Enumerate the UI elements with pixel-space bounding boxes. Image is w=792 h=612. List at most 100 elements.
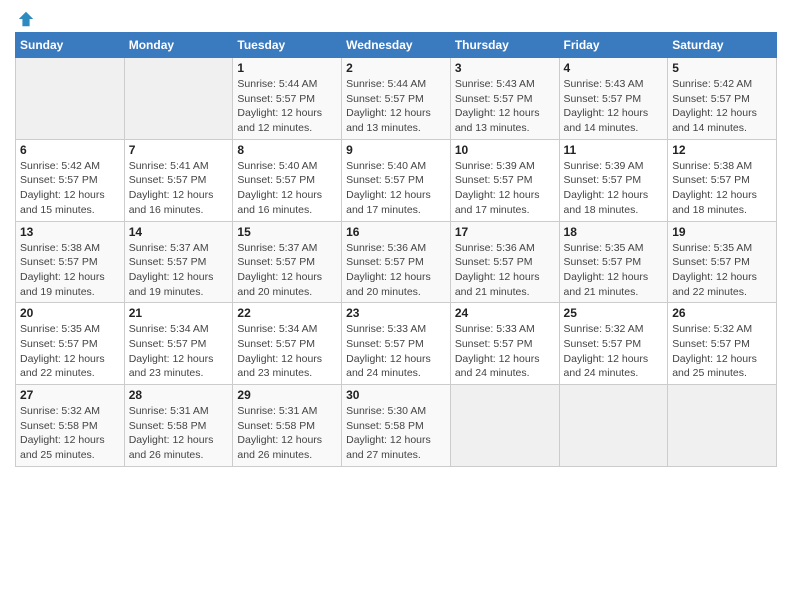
day-info: Sunrise: 5:39 AM Sunset: 5:57 PM Dayligh… [455,159,555,218]
day-info: Sunrise: 5:34 AM Sunset: 5:57 PM Dayligh… [129,322,229,381]
calendar-week-row: 20Sunrise: 5:35 AM Sunset: 5:57 PM Dayli… [16,303,777,385]
day-number: 8 [237,143,337,157]
day-info: Sunrise: 5:35 AM Sunset: 5:57 PM Dayligh… [20,322,120,381]
day-number: 9 [346,143,446,157]
calendar-week-row: 27Sunrise: 5:32 AM Sunset: 5:58 PM Dayli… [16,385,777,467]
day-info: Sunrise: 5:38 AM Sunset: 5:57 PM Dayligh… [672,159,772,218]
calendar-day-cell [559,385,668,467]
day-info: Sunrise: 5:35 AM Sunset: 5:57 PM Dayligh… [672,241,772,300]
day-info: Sunrise: 5:35 AM Sunset: 5:57 PM Dayligh… [564,241,664,300]
calendar-day-header: Saturday [668,33,777,58]
calendar-header-row: SundayMondayTuesdayWednesdayThursdayFrid… [16,33,777,58]
logo [15,10,35,24]
day-number: 1 [237,61,337,75]
calendar-day-cell: 10 Sunrise: 5:39 AM Sunset: 5:57 PM Dayli… [450,139,559,221]
day-info: Sunrise: 5:41 AM Sunset: 5:57 PM Dayligh… [129,159,229,218]
day-number: 25 [564,306,664,320]
calendar-day-cell [450,385,559,467]
calendar-day-header: Thursday [450,33,559,58]
day-number: 11 [564,143,664,157]
calendar-day-cell [124,58,233,140]
day-number: 15 [237,225,337,239]
day-number: 16 [346,225,446,239]
calendar-day-cell: 2Sunrise: 5:44 AM Sunset: 5:57 PM Daylig… [342,58,451,140]
day-number: 12 [672,143,772,157]
calendar-day-cell: 4 Sunrise: 5:43 AM Sunset: 5:57 PM Daylig… [559,58,668,140]
calendar-day-header: Wednesday [342,33,451,58]
day-number: 24 [455,306,555,320]
calendar-day-cell: 5 Sunrise: 5:42 AM Sunset: 5:57 PM Daylig… [668,58,777,140]
day-number: 29 [237,388,337,402]
day-info: Sunrise: 5:39 AM Sunset: 5:57 PM Dayligh… [564,159,664,218]
day-number: 17 [455,225,555,239]
calendar-day-cell: 20Sunrise: 5:35 AM Sunset: 5:57 PM Dayli… [16,303,125,385]
day-info: Sunrise: 5:44 AM Sunset: 5:57 PM Dayligh… [237,77,337,136]
day-info: Sunrise: 5:34 AM Sunset: 5:57 PM Dayligh… [237,322,337,381]
calendar-day-cell: 7Sunrise: 5:41 AM Sunset: 5:57 PM Daylig… [124,139,233,221]
calendar-day-cell: 16 Sunrise: 5:36 AM Sunset: 5:57 PM Dayli… [342,221,451,303]
calendar-day-cell: 12 Sunrise: 5:38 AM Sunset: 5:57 PM Dayli… [668,139,777,221]
day-info: Sunrise: 5:33 AM Sunset: 5:57 PM Dayligh… [346,322,446,381]
calendar-day-cell: 15 Sunrise: 5:37 AM Sunset: 5:57 PM Dayli… [233,221,342,303]
day-info: Sunrise: 5:40 AM Sunset: 5:57 PM Dayligh… [237,159,337,218]
day-info: Sunrise: 5:36 AM Sunset: 5:57 PM Dayligh… [346,241,446,300]
calendar-day-cell: 27Sunrise: 5:32 AM Sunset: 5:58 PM Dayli… [16,385,125,467]
calendar-day-cell: 14 Sunrise: 5:37 AM Sunset: 5:57 PM Dayli… [124,221,233,303]
calendar-day-header: Friday [559,33,668,58]
day-number: 10 [455,143,555,157]
day-number: 28 [129,388,229,402]
day-number: 5 [672,61,772,75]
day-number: 23 [346,306,446,320]
calendar-day-cell: 25 Sunrise: 5:32 AM Sunset: 5:57 PM Dayli… [559,303,668,385]
day-number: 4 [564,61,664,75]
calendar-day-cell: 21 Sunrise: 5:34 AM Sunset: 5:57 PM Dayli… [124,303,233,385]
day-number: 30 [346,388,446,402]
calendar-day-cell: 11 Sunrise: 5:39 AM Sunset: 5:57 PM Dayli… [559,139,668,221]
calendar-table: SundayMondayTuesdayWednesdayThursdayFrid… [15,32,777,467]
day-info: Sunrise: 5:40 AM Sunset: 5:57 PM Dayligh… [346,159,446,218]
day-number: 22 [237,306,337,320]
day-info: Sunrise: 5:37 AM Sunset: 5:57 PM Dayligh… [237,241,337,300]
day-number: 21 [129,306,229,320]
day-info: Sunrise: 5:43 AM Sunset: 5:57 PM Dayligh… [564,77,664,136]
calendar-day-cell: 8 Sunrise: 5:40 AM Sunset: 5:57 PM Daylig… [233,139,342,221]
calendar-day-header: Monday [124,33,233,58]
day-info: Sunrise: 5:36 AM Sunset: 5:57 PM Dayligh… [455,241,555,300]
logo-icon [17,10,35,28]
day-number: 13 [20,225,120,239]
calendar-day-cell: 1 Sunrise: 5:44 AM Sunset: 5:57 PM Daylig… [233,58,342,140]
day-number: 6 [20,143,120,157]
day-info: Sunrise: 5:42 AM Sunset: 5:57 PM Dayligh… [672,77,772,136]
day-info: Sunrise: 5:38 AM Sunset: 5:57 PM Dayligh… [20,241,120,300]
calendar-day-cell: 22 Sunrise: 5:34 AM Sunset: 5:57 PM Dayli… [233,303,342,385]
calendar-day-cell: 30 Sunrise: 5:30 AM Sunset: 5:58 PM Dayli… [342,385,451,467]
calendar-day-cell: 26 Sunrise: 5:32 AM Sunset: 5:57 PM Dayli… [668,303,777,385]
day-info: Sunrise: 5:42 AM Sunset: 5:57 PM Dayligh… [20,159,120,218]
day-number: 19 [672,225,772,239]
day-info: Sunrise: 5:30 AM Sunset: 5:58 PM Dayligh… [346,404,446,463]
calendar-day-cell: 23 Sunrise: 5:33 AM Sunset: 5:57 PM Dayli… [342,303,451,385]
day-info: Sunrise: 5:31 AM Sunset: 5:58 PM Dayligh… [237,404,337,463]
day-info: Sunrise: 5:32 AM Sunset: 5:57 PM Dayligh… [672,322,772,381]
calendar-day-cell: 24Sunrise: 5:33 AM Sunset: 5:57 PM Dayli… [450,303,559,385]
calendar-day-cell: 3Sunrise: 5:43 AM Sunset: 5:57 PM Daylig… [450,58,559,140]
calendar-week-row: 13 Sunrise: 5:38 AM Sunset: 5:57 PM Dayli… [16,221,777,303]
calendar-day-cell [668,385,777,467]
calendar-day-cell: 28 Sunrise: 5:31 AM Sunset: 5:58 PM Dayli… [124,385,233,467]
calendar-day-header: Sunday [16,33,125,58]
day-info: Sunrise: 5:37 AM Sunset: 5:57 PM Dayligh… [129,241,229,300]
calendar-day-header: Tuesday [233,33,342,58]
calendar-day-cell: 6 Sunrise: 5:42 AM Sunset: 5:57 PM Daylig… [16,139,125,221]
calendar-day-cell: 19 Sunrise: 5:35 AM Sunset: 5:57 PM Dayli… [668,221,777,303]
day-number: 18 [564,225,664,239]
day-info: Sunrise: 5:32 AM Sunset: 5:57 PM Dayligh… [564,322,664,381]
day-number: 26 [672,306,772,320]
calendar-day-cell: 13 Sunrise: 5:38 AM Sunset: 5:57 PM Dayli… [16,221,125,303]
day-info: Sunrise: 5:31 AM Sunset: 5:58 PM Dayligh… [129,404,229,463]
day-info: Sunrise: 5:44 AM Sunset: 5:57 PM Dayligh… [346,77,446,136]
calendar-page: SundayMondayTuesdayWednesdayThursdayFrid… [0,0,792,482]
calendar-day-cell: 9 Sunrise: 5:40 AM Sunset: 5:57 PM Daylig… [342,139,451,221]
day-number: 27 [20,388,120,402]
day-number: 14 [129,225,229,239]
calendar-day-cell [16,58,125,140]
